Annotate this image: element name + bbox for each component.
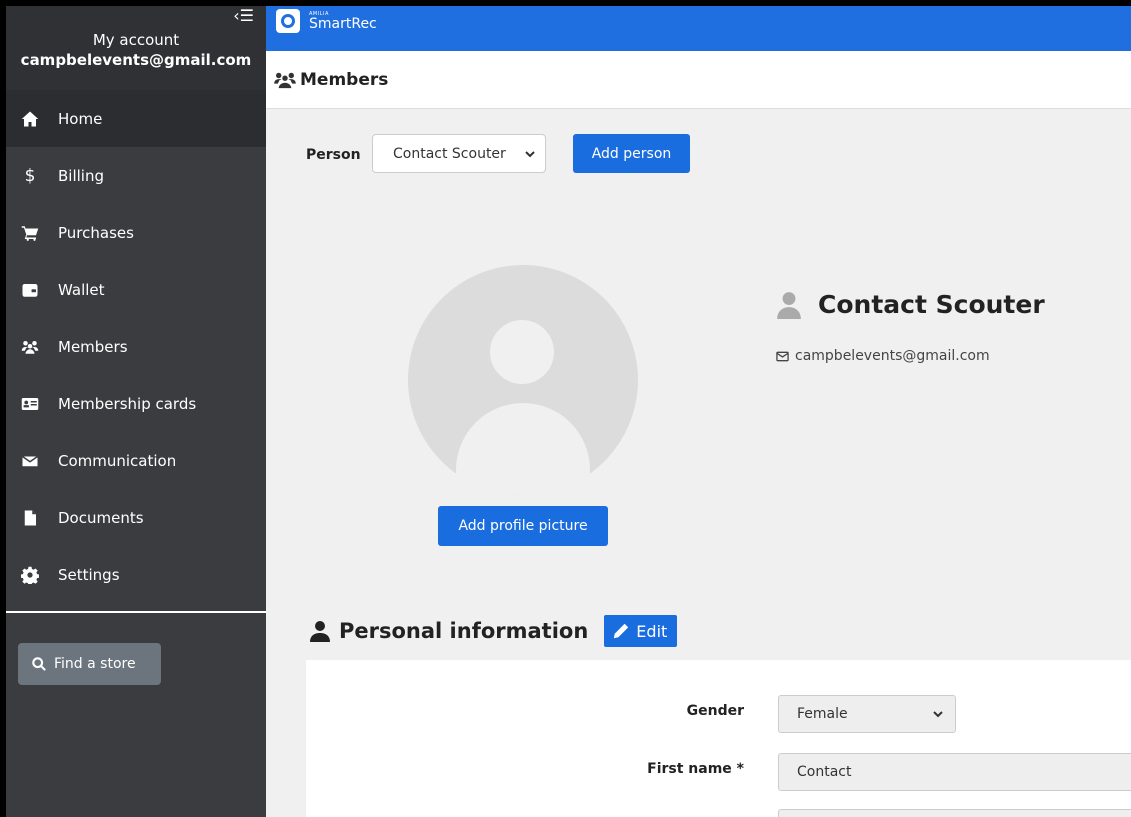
sidebar-item-documents[interactable]: Documents xyxy=(6,489,266,546)
file-icon xyxy=(20,508,40,528)
account-email: campbelevents@gmail.com xyxy=(20,51,252,69)
page-header: Members xyxy=(266,51,1131,109)
home-icon xyxy=(20,109,40,129)
chevron-down-icon xyxy=(933,707,943,723)
sidebar-item-billing[interactable]: $ Billing xyxy=(6,147,266,204)
first-name-field[interactable]: Contact xyxy=(778,753,1131,791)
first-name-value: Contact xyxy=(797,764,852,780)
first-name-label: First name * xyxy=(647,761,744,777)
person-label: Person xyxy=(306,147,361,163)
sidebar-item-members[interactable]: Members xyxy=(6,318,266,375)
sidebar: ‹☰ My account campbelevents@gmail.com Ho… xyxy=(6,6,266,817)
personal-info-header: Personal information Edit xyxy=(310,615,678,647)
sidebar-item-label: Purchases xyxy=(58,223,134,242)
edit-label: Edit xyxy=(636,621,668,641)
personal-info-panel: Gender Female First name * Contact xyxy=(306,660,1131,817)
avatar-placeholder xyxy=(408,265,638,495)
sidebar-item-membership-cards[interactable]: Membership cards xyxy=(6,375,266,432)
sidebar-item-home[interactable]: Home xyxy=(6,90,266,147)
sidebar-item-label: Communication xyxy=(58,451,177,470)
amilia-logo-icon xyxy=(276,9,300,33)
sidebar-item-label: Settings xyxy=(58,565,120,584)
sidebar-item-label: Wallet xyxy=(58,280,105,299)
sidebar-item-settings[interactable]: Settings xyxy=(6,546,266,603)
person-selected-value: Contact Scouter xyxy=(393,145,506,162)
profile-name: Contact Scouter xyxy=(818,290,1045,319)
wallet-icon xyxy=(20,280,40,300)
gear-icon xyxy=(20,565,40,585)
user-icon xyxy=(310,621,330,642)
pencil-icon xyxy=(614,623,629,639)
envelope-icon xyxy=(20,451,40,471)
envelope-icon xyxy=(776,351,789,361)
chevron-down-icon xyxy=(525,147,535,163)
top-bar: AMILIA SmartRec xyxy=(266,6,1131,51)
sidebar-divider xyxy=(6,611,266,613)
sidebar-item-purchases[interactable]: Purchases xyxy=(6,204,266,261)
search-icon xyxy=(32,657,46,671)
main-content: Person Contact Scouter Add person Add pr… xyxy=(266,110,1131,817)
logo-text[interactable]: SmartRec xyxy=(309,16,377,32)
cart-icon xyxy=(20,223,40,243)
sidebar-item-label: Members xyxy=(58,337,128,356)
sidebar-item-label: Home xyxy=(58,109,103,128)
account-header: ‹☰ My account campbelevents@gmail.com xyxy=(6,6,266,90)
gender-select[interactable]: Female xyxy=(778,695,956,733)
person-select[interactable]: Contact Scouter xyxy=(372,134,546,173)
account-title: My account xyxy=(92,31,180,49)
find-store-button[interactable]: Find a store xyxy=(18,643,161,685)
find-store-label: Find a store xyxy=(54,656,136,672)
id-card-icon xyxy=(20,394,40,414)
users-icon xyxy=(274,72,296,88)
sidebar-item-label: Documents xyxy=(58,508,144,527)
gender-label: Gender xyxy=(686,703,744,719)
sidebar-item-label: Billing xyxy=(58,166,104,185)
profile-email: campbelevents@gmail.com xyxy=(795,348,990,364)
profile-name-line: Contact Scouter xyxy=(776,290,1045,319)
last-name-field[interactable] xyxy=(778,809,1131,817)
section-title: Personal information xyxy=(339,619,589,643)
profile-email-line: campbelevents@gmail.com xyxy=(776,348,990,364)
users-icon xyxy=(20,337,40,357)
page-title: Members xyxy=(300,69,389,90)
add-person-button[interactable]: Add person xyxy=(573,134,690,173)
sidebar-item-wallet[interactable]: Wallet xyxy=(6,261,266,318)
edit-button[interactable]: Edit xyxy=(604,615,678,647)
gender-value: Female xyxy=(797,706,848,722)
collapse-sidebar-icon[interactable]: ‹☰ xyxy=(233,6,254,25)
user-icon xyxy=(777,291,801,319)
sidebar-item-label: Membership cards xyxy=(58,394,197,413)
sidebar-item-communication[interactable]: Communication xyxy=(6,432,266,489)
dollar-icon: $ xyxy=(24,165,36,186)
add-profile-picture-button[interactable]: Add profile picture xyxy=(438,506,608,546)
